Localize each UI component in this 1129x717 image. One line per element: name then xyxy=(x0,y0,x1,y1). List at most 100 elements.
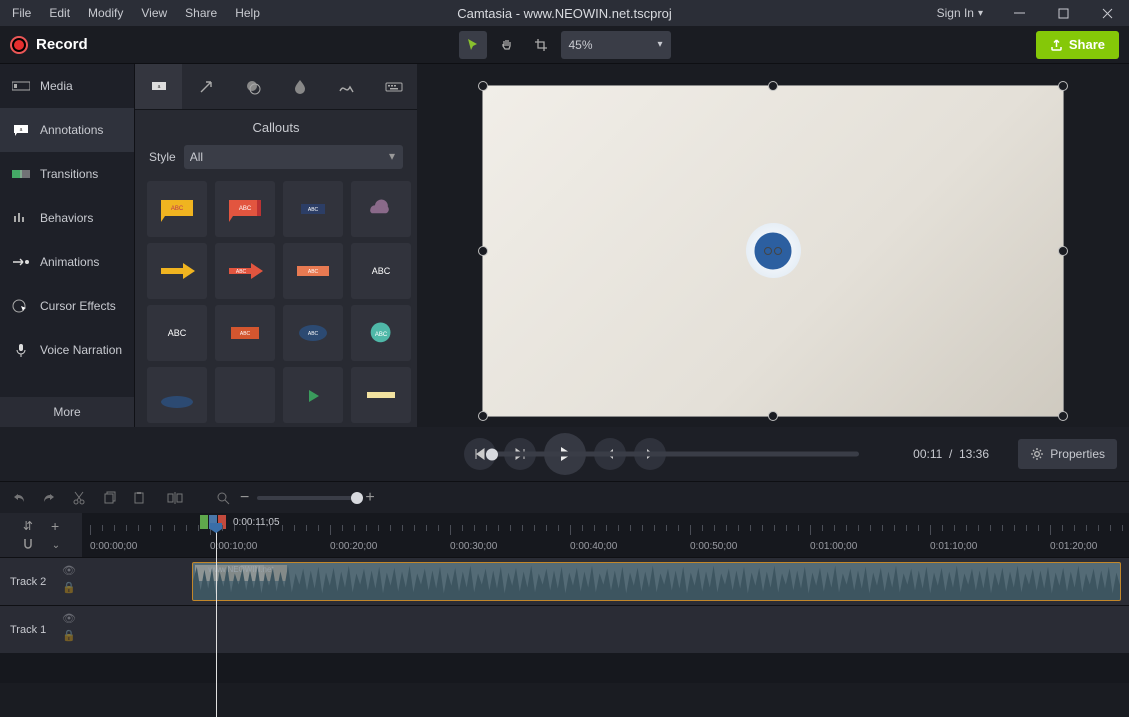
resize-handle[interactable] xyxy=(1058,81,1068,91)
eye-icon[interactable]: 👁 xyxy=(62,564,76,577)
player-bar: 00:11 / 13:36 Properties xyxy=(0,427,1129,481)
menu-modify[interactable]: Modify xyxy=(80,2,131,24)
track-options[interactable]: ⌄ xyxy=(52,540,60,551)
minimize-button[interactable] xyxy=(997,0,1041,26)
track-body[interactable]: www.NEOWIN.net xyxy=(82,558,1129,605)
crop-tool[interactable] xyxy=(527,31,555,59)
track-label[interactable]: Track 2 👁🔒 xyxy=(0,558,82,605)
tab-keystrokes[interactable] xyxy=(370,64,417,109)
track-body[interactable] xyxy=(82,606,1129,653)
zoom-slider-handle[interactable] xyxy=(351,492,363,504)
resize-handle[interactable] xyxy=(478,81,488,91)
resize-handle[interactable] xyxy=(478,246,488,256)
playhead[interactable] xyxy=(216,527,217,717)
callout-thumb[interactable]: ABC xyxy=(215,305,275,361)
magnet-button[interactable] xyxy=(22,538,34,553)
pan-tool[interactable] xyxy=(493,31,521,59)
callout-thumb[interactable]: ABC xyxy=(283,243,343,299)
upload-icon xyxy=(1050,38,1063,51)
eye-icon[interactable]: 👁 xyxy=(62,612,76,625)
resize-handle[interactable] xyxy=(768,81,778,91)
time-ruler[interactable]: 0:00:11;05 0:00:00;000:00:10;000:00:20;0… xyxy=(82,513,1129,557)
sign-in-button[interactable]: Sign In ▾ xyxy=(923,6,997,20)
undo-button[interactable] xyxy=(10,489,28,507)
style-label: Style xyxy=(149,150,176,164)
canvas-tools: 45% ▾ xyxy=(459,31,671,59)
playhead-time: 0:00:11;05 xyxy=(233,517,280,528)
record-button[interactable]: Record xyxy=(10,36,88,54)
time-display: 00:11 / 13:36 xyxy=(913,447,989,461)
copy-button[interactable] xyxy=(100,489,118,507)
close-button[interactable] xyxy=(1085,0,1129,26)
track-name: Track 1 xyxy=(10,624,46,636)
seek-handle[interactable] xyxy=(486,448,498,460)
zoom-fit-button[interactable] xyxy=(214,489,232,507)
media-clip[interactable]: www.NEOWIN.net xyxy=(192,562,1121,601)
svg-text:ABC: ABC xyxy=(308,269,319,275)
callout-thumb[interactable]: ABC xyxy=(147,305,207,361)
share-button[interactable]: Share xyxy=(1036,31,1119,59)
callout-thumb[interactable]: ABC xyxy=(215,181,275,237)
track-label[interactable]: Track 1 👁 🔒 xyxy=(0,606,82,653)
zoom-in-button[interactable]: + xyxy=(365,489,374,507)
style-dropdown[interactable]: All xyxy=(184,145,403,169)
menu-file[interactable]: File xyxy=(4,2,39,24)
media-preview xyxy=(483,86,1063,416)
transitions-icon xyxy=(12,167,30,181)
resize-handle[interactable] xyxy=(478,411,488,421)
callout-thumb[interactable]: ABC xyxy=(215,243,275,299)
toggle-track-height[interactable]: ⇵ xyxy=(23,519,33,533)
menu-view[interactable]: View xyxy=(133,2,175,24)
canvas[interactable] xyxy=(483,86,1063,416)
zoom-slider[interactable] xyxy=(257,496,357,500)
tab-shapes[interactable] xyxy=(229,64,276,109)
paste-button[interactable] xyxy=(130,489,148,507)
tab-sketch[interactable] xyxy=(323,64,370,109)
sidebar-item-label: Cursor Effects xyxy=(40,299,116,313)
callout-thumb[interactable] xyxy=(147,243,207,299)
maximize-button[interactable] xyxy=(1041,0,1085,26)
tab-arrows[interactable] xyxy=(182,64,229,109)
sidebar-item-behaviors[interactable]: Behaviors xyxy=(0,196,134,240)
sidebar-item-label: Annotations xyxy=(40,123,103,137)
preview-logo-icon xyxy=(746,223,801,278)
sidebar-item-voice-narration[interactable]: Voice Narration xyxy=(0,328,134,372)
ruler-label: 0:00:30;00 xyxy=(450,541,497,552)
callout-thumb[interactable] xyxy=(351,367,411,423)
callout-thumb[interactable] xyxy=(147,367,207,423)
add-track-button[interactable]: + xyxy=(51,518,59,534)
callout-thumb[interactable]: ABC xyxy=(351,243,411,299)
sidebar-item-media[interactable]: Media xyxy=(0,64,134,108)
redo-button[interactable] xyxy=(40,489,58,507)
pointer-tool[interactable] xyxy=(459,31,487,59)
tab-callouts[interactable]: a xyxy=(135,64,182,109)
sidebar-item-annotations[interactable]: a Annotations xyxy=(0,108,134,152)
chevron-down-icon: ▾ xyxy=(978,8,983,19)
cut-button[interactable] xyxy=(70,489,88,507)
properties-button[interactable]: Properties xyxy=(1018,439,1117,469)
menu-share[interactable]: Share xyxy=(177,2,225,24)
callout-thumb[interactable]: ABC xyxy=(283,181,343,237)
lock-icon[interactable]: 🔒 xyxy=(62,629,76,642)
callout-thumb[interactable] xyxy=(351,181,411,237)
callout-thumb[interactable] xyxy=(283,367,343,423)
sidebar-item-animations[interactable]: Animations xyxy=(0,240,134,284)
menu-help[interactable]: Help xyxy=(227,2,268,24)
zoom-out-button[interactable]: − xyxy=(240,489,249,507)
callout-thumb[interactable] xyxy=(215,367,275,423)
lock-icon[interactable]: 🔒 xyxy=(62,581,76,594)
zoom-dropdown[interactable]: 45% ▾ xyxy=(561,31,671,59)
resize-handle[interactable] xyxy=(768,411,778,421)
resize-handle[interactable] xyxy=(1058,411,1068,421)
sidebar-item-cursor-effects[interactable]: Cursor Effects xyxy=(0,284,134,328)
split-button[interactable] xyxy=(166,489,184,507)
callout-thumb[interactable]: ABC xyxy=(147,181,207,237)
callout-thumb[interactable]: ABC xyxy=(283,305,343,361)
resize-handle[interactable] xyxy=(1058,246,1068,256)
sidebar-item-transitions[interactable]: Transitions xyxy=(0,152,134,196)
tab-blur[interactable] xyxy=(276,64,323,109)
callout-thumb[interactable]: ABC xyxy=(351,305,411,361)
seek-bar[interactable] xyxy=(490,452,859,457)
menu-edit[interactable]: Edit xyxy=(41,2,78,24)
sidebar-more[interactable]: More xyxy=(0,397,134,427)
